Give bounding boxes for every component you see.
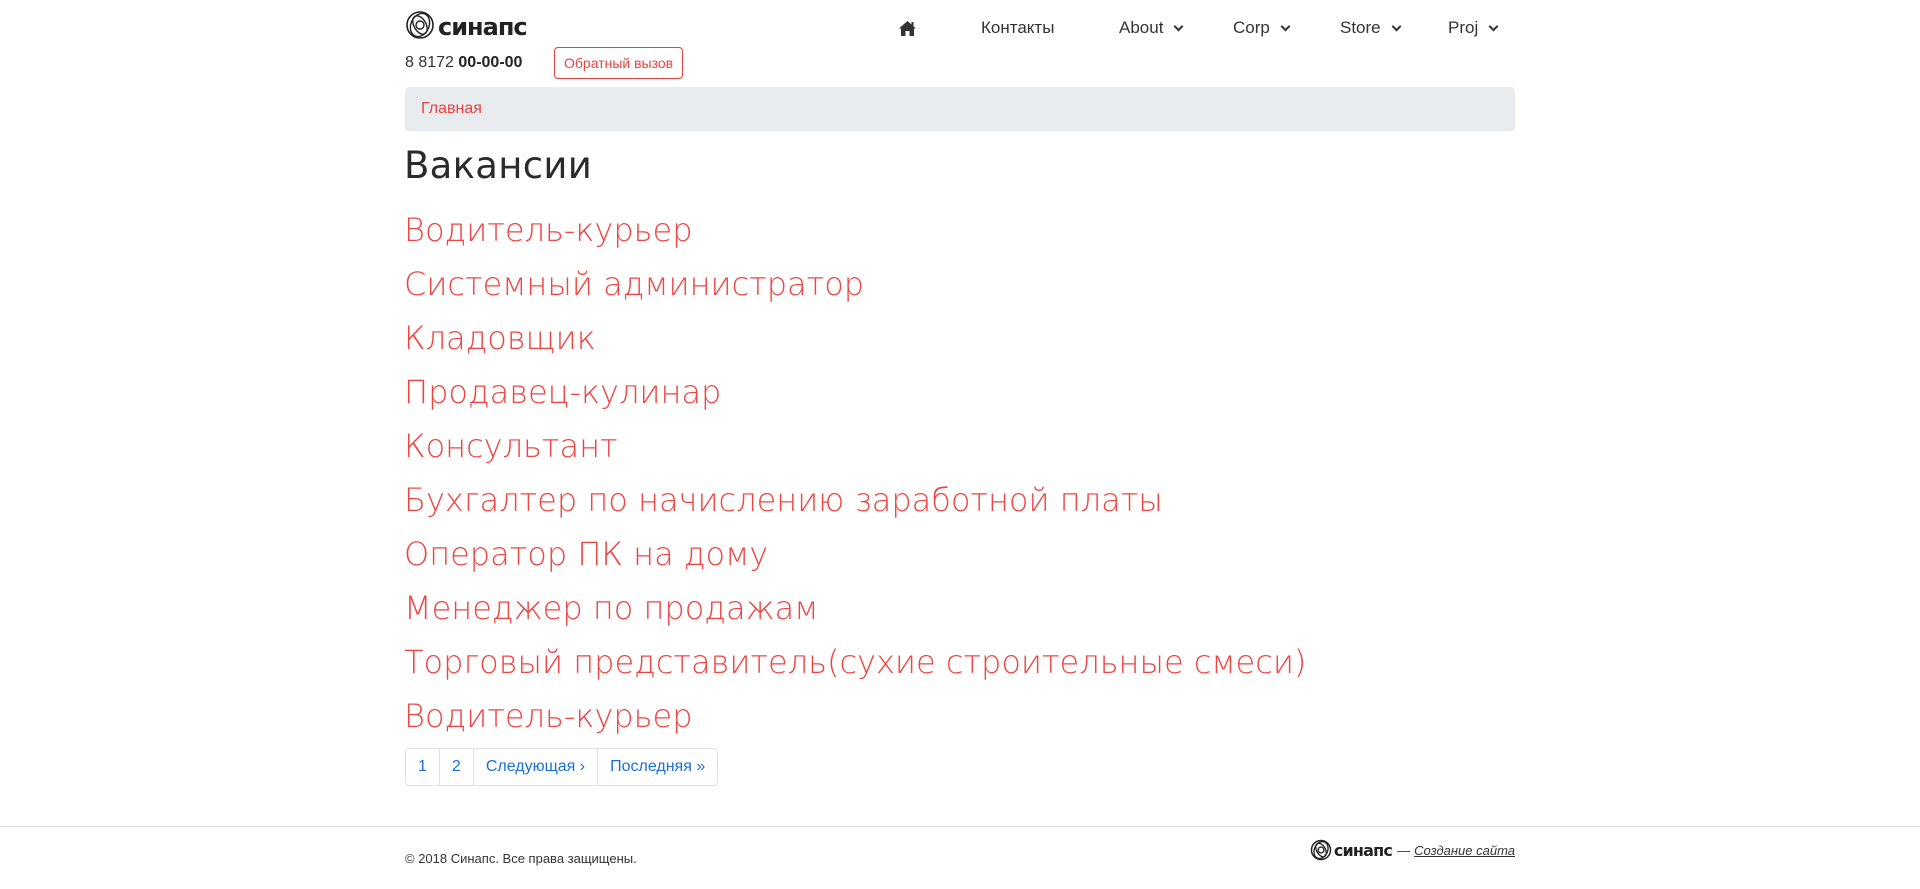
vacancy-link[interactable]: Консультант: [404, 427, 618, 465]
nav-item-label: Corp: [1233, 18, 1270, 37]
nav-item-label: Proj: [1448, 18, 1479, 37]
vacancy-link[interactable]: Водитель-курьер: [404, 697, 693, 735]
list-item: Менеджер по продажам: [404, 581, 1306, 635]
vacancy-list: Водитель-курьер Системный администратор …: [404, 203, 1306, 743]
nav-item-store[interactable]: Store: [1340, 14, 1402, 42]
chevron-down-icon: [1391, 21, 1402, 31]
nav-item-label: About: [1119, 18, 1164, 37]
vacancy-link[interactable]: Менеджер по продажам: [404, 589, 818, 627]
phone-prefix: 8 8172: [405, 54, 454, 71]
list-item: Кладовщик: [404, 311, 1306, 365]
page-link-2[interactable]: 2: [438, 748, 474, 786]
page-title: Вакансии: [404, 144, 593, 187]
nav-item-about[interactable]: About: [1119, 14, 1184, 42]
vacancy-link[interactable]: Торговый представитель(сухие строительны…: [404, 643, 1306, 681]
synapse-logo-icon: [406, 11, 434, 39]
list-item: Водитель-курьер: [404, 203, 1306, 257]
phone-digits: 00-00-00: [458, 54, 523, 71]
callback-button[interactable]: Обратный вызов: [554, 47, 684, 79]
nav-item-corp[interactable]: Corp: [1233, 14, 1291, 42]
vacancy-link[interactable]: Оператор ПК на дому: [404, 535, 768, 573]
list-item: Консультант: [404, 419, 1306, 473]
site-logo[interactable]: синапс: [405, 7, 528, 43]
chevron-down-icon: [1488, 21, 1499, 31]
phone-number[interactable]: 8 8172 00-00-00: [405, 54, 522, 72]
copyright-text: © 2018 Синапс. Все права защищены.: [405, 851, 637, 866]
home-icon: [899, 20, 916, 36]
chevron-down-icon: [1173, 21, 1184, 31]
breadcrumb: Главная: [405, 87, 1515, 131]
breadcrumb-home-link[interactable]: Главная: [421, 100, 482, 118]
chevron-down-icon: [1280, 21, 1291, 31]
synapse-logo-icon: [1310, 839, 1332, 861]
site-creation-link[interactable]: Создание сайта: [1414, 843, 1515, 858]
vacancy-link[interactable]: Водитель-курьер: [404, 211, 693, 249]
nav-item-proj[interactable]: Proj: [1448, 14, 1499, 42]
footer-brand-name: синапс: [1333, 840, 1393, 860]
vacancy-link[interactable]: Системный администратор: [404, 265, 864, 303]
next-page-link[interactable]: Следующая ›: [472, 748, 599, 786]
list-item: Продавец-кулинар: [404, 365, 1306, 419]
list-item: Бухгалтер по начислению заработной платы: [404, 473, 1306, 527]
nav-home[interactable]: [898, 14, 917, 42]
nav-item-label: Контакты: [981, 18, 1055, 37]
vacancy-link[interactable]: Бухгалтер по начислению заработной платы: [404, 481, 1163, 519]
nav-item-contacts[interactable]: Контакты: [981, 14, 1054, 42]
brand-name: синапс: [438, 13, 528, 41]
nav-item-label: Store: [1340, 18, 1381, 37]
page-link-1[interactable]: 1: [405, 748, 440, 786]
footer-divider: [0, 826, 1920, 827]
list-item: Оператор ПК на дому: [404, 527, 1306, 581]
list-item: Водитель-курьер: [404, 689, 1306, 743]
list-item: Торговый представитель(сухие строительны…: [404, 635, 1306, 689]
vacancy-link[interactable]: Продавец-кулинар: [404, 373, 721, 411]
footer-dash: —: [1397, 842, 1411, 858]
vacancy-link[interactable]: Кладовщик: [404, 319, 596, 357]
last-page-link[interactable]: Последняя »: [597, 748, 719, 786]
pagination: 1 2 Следующая › Последняя »: [405, 748, 719, 786]
list-item: Системный администратор: [404, 257, 1306, 311]
footer-credit: синапс — Создание сайта: [1310, 839, 1515, 861]
